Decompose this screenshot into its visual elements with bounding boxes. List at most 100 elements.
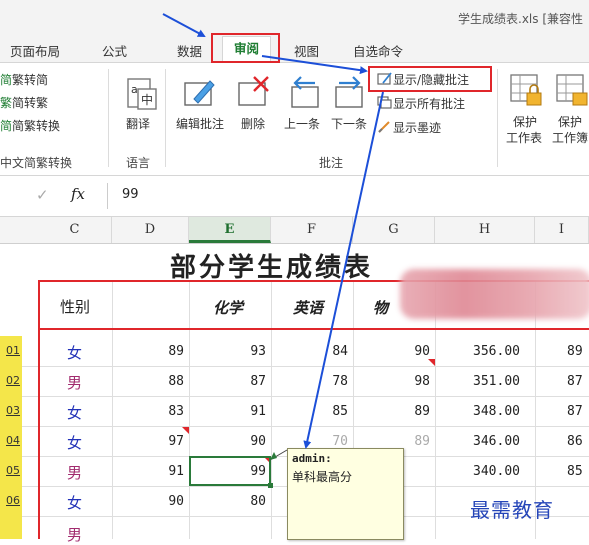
column-header-e[interactable]: E: [189, 217, 271, 243]
total-cell[interactable]: 346.00: [435, 434, 520, 449]
comment-leader-line: [269, 449, 288, 461]
total-cell[interactable]: 340.00: [435, 464, 520, 479]
column-header-c[interactable]: C: [38, 217, 112, 243]
simp-to-trad-button[interactable]: 繁简转繁: [0, 94, 48, 111]
score-cell[interactable]: 89: [353, 434, 430, 449]
edit-comment-button[interactable]: [182, 75, 218, 113]
language-group-label: 语言: [126, 156, 151, 170]
show-all-comments-button[interactable]: 显示所有批注: [377, 95, 465, 112]
row-number[interactable]: 03: [0, 396, 22, 426]
score-cell[interactable]: 87: [189, 374, 266, 389]
delete-comment-label: 删除: [241, 117, 266, 131]
score-cell[interactable]: 80: [189, 494, 266, 509]
protect-sheet-button[interactable]: [509, 73, 545, 113]
score-cell[interactable]: 91: [189, 404, 266, 419]
formula-input[interactable]: 99: [122, 187, 139, 202]
gender-cell[interactable]: 女: [67, 492, 82, 513]
score-cell[interactable]: 91: [112, 464, 184, 479]
simp-trad-convert-button[interactable]: 简简繁转换: [0, 117, 60, 134]
tab-page-layout[interactable]: 页面布局: [10, 41, 60, 60]
trad-to-simp-icon: 简: [0, 73, 13, 87]
arrow-left-icon: [291, 76, 319, 108]
gender-cell[interactable]: 男: [67, 372, 82, 393]
column-header-h[interactable]: H: [435, 217, 535, 243]
comment-text: 单科最高分: [292, 470, 353, 484]
score-cell[interactable]: 89: [353, 404, 430, 419]
header-chemistry[interactable]: 化学: [213, 297, 243, 318]
formula-bar: ✓ fx 99: [0, 176, 589, 217]
score-cell[interactable]: 97: [112, 434, 184, 449]
column-header-d[interactable]: D: [112, 217, 189, 243]
chinese-group-label: 中文简繁转换: [0, 156, 73, 170]
gender-cell[interactable]: 女: [67, 402, 82, 423]
score-cell[interactable]: 89: [535, 344, 589, 359]
score-cell[interactable]: 84: [271, 344, 348, 359]
tab-data[interactable]: 数据: [177, 41, 202, 60]
row-number[interactable]: 01: [0, 336, 22, 366]
total-cell[interactable]: 351.00: [435, 374, 520, 389]
protect-workbook-button[interactable]: [555, 73, 589, 113]
gender-cell[interactable]: 男: [67, 462, 82, 483]
header-gender[interactable]: 性别: [60, 296, 90, 317]
group-separator: [108, 69, 109, 167]
score-cell[interactable]: 85: [271, 404, 348, 419]
blurred-region: [400, 269, 589, 319]
row-number[interactable]: 04: [0, 426, 22, 456]
sheet-title[interactable]: 部分学生成绩表: [170, 247, 373, 284]
ink-icon: [378, 121, 390, 133]
score-cell[interactable]: 93: [189, 344, 266, 359]
delete-comment-button[interactable]: [236, 75, 272, 113]
total-cell[interactable]: 348.00: [435, 404, 520, 419]
score-cell[interactable]: 83: [112, 404, 184, 419]
fill-handle[interactable]: [268, 483, 273, 488]
group-separator: [497, 69, 498, 167]
enter-icon[interactable]: ✓: [36, 186, 49, 204]
worksheet-grid[interactable]: 部分学生成绩表 性别 化学 英语 物 01 02 03 04 05 06 女 8…: [0, 244, 589, 544]
row-number[interactable]: 06: [0, 486, 22, 516]
score-cell[interactable]: 98: [353, 374, 430, 389]
edit-comment-icon: [184, 80, 215, 106]
ribbon-tabs: 页面布局 公式 数据 审阅 视图 自选命令: [0, 34, 589, 63]
gender-cell[interactable]: 女: [67, 432, 82, 453]
row-number[interactable]: 05: [0, 456, 22, 486]
header-english[interactable]: 英语: [293, 297, 323, 318]
score-cell[interactable]: 86: [535, 434, 589, 449]
trad-to-simp-button[interactable]: 简繁转简: [0, 71, 48, 88]
review-tab-highlight: [211, 33, 280, 63]
column-header-g[interactable]: G: [353, 217, 435, 243]
score-cell[interactable]: 90: [112, 494, 184, 509]
row-number[interactable]: [0, 516, 22, 539]
prev-comment-button[interactable]: [287, 75, 323, 113]
tab-custom-commands[interactable]: 自选命令: [353, 41, 403, 60]
convert-icon: 简: [0, 119, 13, 133]
comment-indicator: [428, 359, 435, 366]
next-comment-button[interactable]: [333, 75, 369, 113]
score-cell[interactable]: 88: [112, 374, 184, 389]
score-cell[interactable]: 78: [271, 374, 348, 389]
score-cell[interactable]: 90: [353, 344, 430, 359]
score-cell[interactable]: 85: [535, 464, 589, 479]
show-ink-button[interactable]: 显示墨迹: [377, 119, 441, 136]
translate-button[interactable]: 中 a: [122, 77, 158, 115]
translate-icon: 中 a: [127, 78, 157, 110]
tab-formulas[interactable]: 公式: [102, 41, 127, 60]
score-cell[interactable]: 99: [189, 464, 266, 479]
gender-cell[interactable]: 女: [67, 342, 82, 363]
row-number[interactable]: 02: [0, 366, 22, 396]
score-cell[interactable]: 89: [112, 344, 184, 359]
score-cell[interactable]: 87: [535, 404, 589, 419]
protect-sheet-label-2: 工作表: [506, 131, 543, 145]
total-cell[interactable]: 356.00: [435, 344, 520, 359]
gender-cell[interactable]: 男: [67, 524, 82, 545]
tab-view[interactable]: 视图: [294, 41, 319, 60]
fx-icon[interactable]: fx: [71, 185, 85, 203]
column-header-i[interactable]: I: [535, 217, 589, 243]
score-cell[interactable]: 87: [535, 374, 589, 389]
comment-box[interactable]: admin: 单科最高分: [287, 448, 404, 540]
comment-author: admin:: [292, 452, 332, 465]
column-headers: C D E F G H I: [0, 217, 589, 244]
header-physics[interactable]: 物: [373, 297, 388, 318]
score-cell[interactable]: 90: [189, 434, 266, 449]
column-header-f[interactable]: F: [271, 217, 353, 243]
svg-text:a: a: [131, 83, 138, 96]
